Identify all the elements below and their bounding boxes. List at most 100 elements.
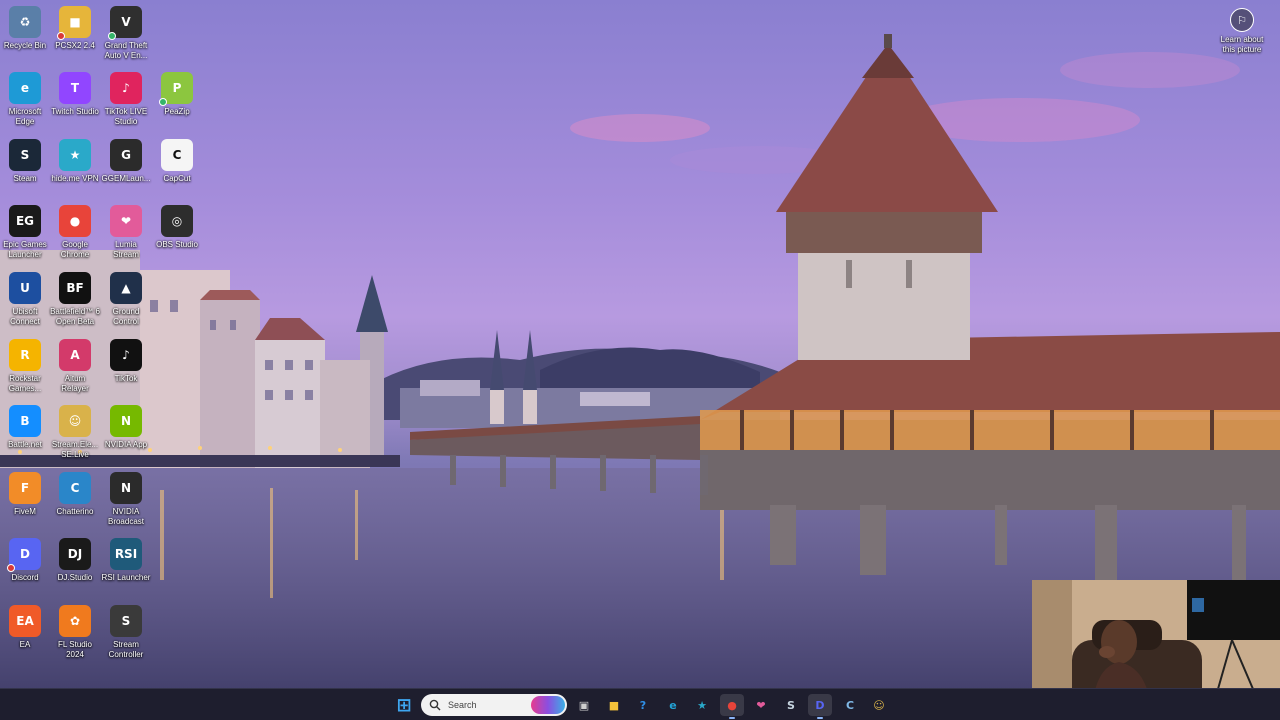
windows-icon: ⊞ <box>396 694 412 716</box>
desktop-icon-nvidia-broadcast[interactable]: N NVIDIA Broadcast <box>101 472 151 527</box>
learn-about-picture[interactable]: ⚐ Learn about this picture <box>1214 8 1270 55</box>
desktop-icon-aitum[interactable]: A Aitum Relayer <box>50 339 100 394</box>
capcut-icon: C <box>161 139 193 171</box>
desktop-icon-discord[interactable]: D Discord <box>0 538 50 583</box>
file-explorer-icon: ■ <box>608 698 620 712</box>
desktop-icon-label: Aitum Relayer <box>61 374 89 393</box>
desktop-icon-chatterino[interactable]: C Chatterino <box>50 472 100 517</box>
taskbar-steam-button[interactable]: S <box>779 694 803 716</box>
twitch-icon: T <box>59 72 91 104</box>
ggem-icon: G <box>110 139 142 171</box>
desktop-icon-label: Google Chrome <box>60 240 90 259</box>
desktop-icon-label: Stream Controller <box>108 640 144 659</box>
edge-icon: e <box>669 698 677 712</box>
nvidia-broadcast-icon: N <box>110 472 142 504</box>
desktop-icon-lumia[interactable]: ❤ Lumia Stream <box>101 205 151 260</box>
nvidia-icon: N <box>110 405 142 437</box>
taskbar-lumia-button[interactable]: ❤ <box>749 694 773 716</box>
desktop-icon-stream-controller[interactable]: S Stream Controller <box>101 605 151 660</box>
aitum-icon: A <box>59 339 91 371</box>
obs-icon: ◎ <box>161 205 193 237</box>
peazip-icon: P <box>159 72 193 106</box>
streamelements-icon: ☺ <box>59 405 91 437</box>
learn-about-icon: ⚐ <box>1230 8 1254 32</box>
desktop-icon-tiktok-live[interactable]: ♪ TikTok LIVE Studio <box>101 72 151 127</box>
desktop-icon-edge[interactable]: e Microsoft Edge <box>0 72 50 127</box>
desktop-icon-label: Rockstar Games... <box>8 374 42 393</box>
desktop-icon-label: Chatterino <box>56 507 94 516</box>
fl-studio-icon: ✿ <box>59 605 91 637</box>
desktop-icon-label: PCSX2 2.4 <box>55 41 95 50</box>
desktop-icon-capcut[interactable]: C CapCut <box>152 139 202 184</box>
desktop-icon-folder[interactable]: ■ PCSX2 2.4 <box>50 6 100 51</box>
fivem-icon: F <box>9 472 41 504</box>
search-icon <box>429 699 441 711</box>
gta-icon: V <box>108 6 142 40</box>
taskbar-help-button[interactable]: ? <box>631 694 655 716</box>
desktop-icon-nvidia[interactable]: N NVIDIA App <box>101 405 151 450</box>
desktop-icon-streamelements[interactable]: ☺ Stream.Ele... SE.Live <box>50 405 100 460</box>
discord-icon: D <box>815 698 825 712</box>
desktop-icon-gta[interactable]: V Grand Theft Auto V En... <box>101 6 151 61</box>
desktop-icon-label: FL Studio 2024 <box>58 640 92 659</box>
desktop-icon-label: Epic Games Launcher <box>3 240 47 259</box>
desktop-icon-label: TikTok <box>114 374 138 383</box>
taskbar-file-explorer-button[interactable]: ■ <box>602 694 626 716</box>
desktop-icon-ground-control[interactable]: ▲ Ground Control <box>101 272 151 327</box>
taskbar-streamelements-button[interactable]: ☺ <box>867 694 891 716</box>
desktop-icon-ggem[interactable]: G GGEMLaun... <box>101 139 151 184</box>
ea-icon: EA <box>9 605 41 637</box>
desktop-icon-label: RSI Launcher <box>101 573 151 582</box>
taskbar-discord-button[interactable]: D <box>808 694 832 719</box>
desktop-icon-label: Ground Control <box>112 307 140 326</box>
desktop-icon-label: NVIDIA Broadcast <box>107 507 145 526</box>
status-badge <box>159 98 167 106</box>
desktop-icon-fivem[interactable]: F FiveM <box>0 472 50 517</box>
desktop-icon-peazip[interactable]: P PeaZip <box>152 72 202 117</box>
desktop-icon-recycle-bin[interactable]: ♻ Recycle Bin <box>0 6 50 51</box>
desktop-icon-rockstar[interactable]: R Rockstar Games... <box>0 339 50 394</box>
rockstar-icon: R <box>9 339 41 371</box>
desktop-icon-fl-studio[interactable]: ✿ FL Studio 2024 <box>50 605 100 660</box>
desktop-icon-steam[interactable]: S Steam <box>0 139 50 184</box>
status-badge <box>7 564 15 572</box>
desktop-icon-epic-games[interactable]: EG Epic Games Launcher <box>0 205 50 260</box>
ubisoft-icon: U <box>9 272 41 304</box>
taskbar-search[interactable]: Search <box>421 694 567 716</box>
desktop-icon-label: Lumia Stream <box>113 240 139 259</box>
taskbar-chatterino-button[interactable]: C <box>838 694 862 716</box>
desktop-icon-label: Stream.Ele... SE.Live <box>51 440 99 459</box>
task-view-icon: ▣ <box>578 698 590 712</box>
desktop-icon-label: Recycle Bin <box>3 41 47 50</box>
desktop-icon-label: Ubisoft Connect <box>10 307 40 326</box>
desktop-icon-label: Twitch Studio <box>51 107 99 116</box>
desktop-icon-chrome[interactable]: ● Google Chrome <box>50 205 100 260</box>
steam-icon: S <box>9 139 41 171</box>
chatterino-icon: C <box>845 698 855 712</box>
streamelements-icon: ☺ <box>873 698 885 712</box>
desktop-icon-tiktok[interactable]: ♪ TikTok <box>101 339 151 384</box>
desktop-icon-obs[interactable]: ◎ OBS Studio <box>152 205 202 250</box>
desktop-icon-battlenet[interactable]: B Battle.net <box>0 405 50 450</box>
taskbar-chrome-button[interactable]: ● <box>720 694 744 719</box>
taskbar: ⊞ Search ▣ ■? e ★ ● ❤ S D C ☺ <box>0 688 1280 720</box>
desktop-icon-label: EA <box>19 640 31 649</box>
desktop-icon-rsi[interactable]: RSI RSI Launcher <box>101 538 151 583</box>
desktop-icon-label: Battle.net <box>8 440 42 449</box>
taskbar-edge-button[interactable]: e <box>661 694 685 716</box>
desktop-icon-label: Grand Theft Auto V En... <box>104 41 148 60</box>
desktop-icon-vpn[interactable]: ★ hide.me VPN <box>50 139 100 184</box>
desktop-icon-djstudio[interactable]: DJ DJ.Studio <box>50 538 100 583</box>
lumia-icon: ❤ <box>756 698 766 712</box>
learn-about-glyph: ⚐ <box>1237 14 1247 27</box>
taskbar-vpn-button[interactable]: ★ <box>690 694 714 716</box>
desktop-icon-twitch[interactable]: T Twitch Studio <box>50 72 100 117</box>
taskbar-task-view-button[interactable]: ▣ <box>572 694 596 716</box>
desktop-icon-battlefield[interactable]: BF Battlefield™ 6 Open Beta <box>50 272 100 327</box>
tiktok-icon: ♪ <box>110 339 142 371</box>
desktop-icon-label: TikTok LIVE Studio <box>104 107 148 126</box>
learn-about-label: Learn about this picture <box>1220 35 1264 54</box>
desktop-icon-ea[interactable]: EA EA <box>0 605 50 650</box>
desktop-icon-ubisoft[interactable]: U Ubisoft Connect <box>0 272 50 327</box>
start-button[interactable]: ⊞ <box>392 694 416 716</box>
